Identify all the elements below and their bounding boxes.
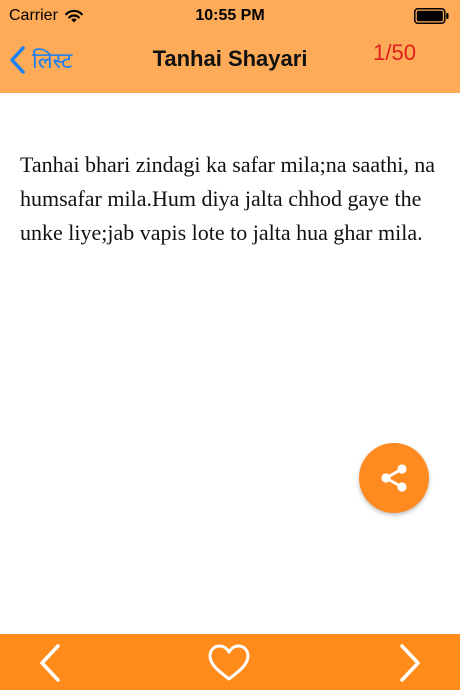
- footer-toolbar: [0, 634, 460, 690]
- status-bar: Carrier 10:55 PM: [0, 0, 460, 32]
- next-button[interactable]: [388, 642, 432, 684]
- previous-button[interactable]: [28, 642, 72, 684]
- chevron-left-icon: [40, 644, 60, 682]
- nav-bar: लिस्ट Tanhai Shayari 1/50: [0, 32, 460, 93]
- header: Carrier 10:55 PM लिस्ट Tanhai Shayari 1/…: [0, 0, 460, 93]
- chevron-right-icon: [400, 644, 420, 682]
- favorite-button[interactable]: [207, 642, 251, 684]
- share-icon: [381, 464, 407, 492]
- battery-icon: [414, 8, 449, 24]
- status-time: 10:55 PM: [195, 7, 265, 24]
- shayari-counter: 1/50: [373, 40, 416, 65]
- share-button[interactable]: [359, 443, 429, 513]
- shayari-text: Tanhai bhari zindagi ka safar mila;na sa…: [20, 152, 436, 245]
- heart-icon: [208, 644, 250, 681]
